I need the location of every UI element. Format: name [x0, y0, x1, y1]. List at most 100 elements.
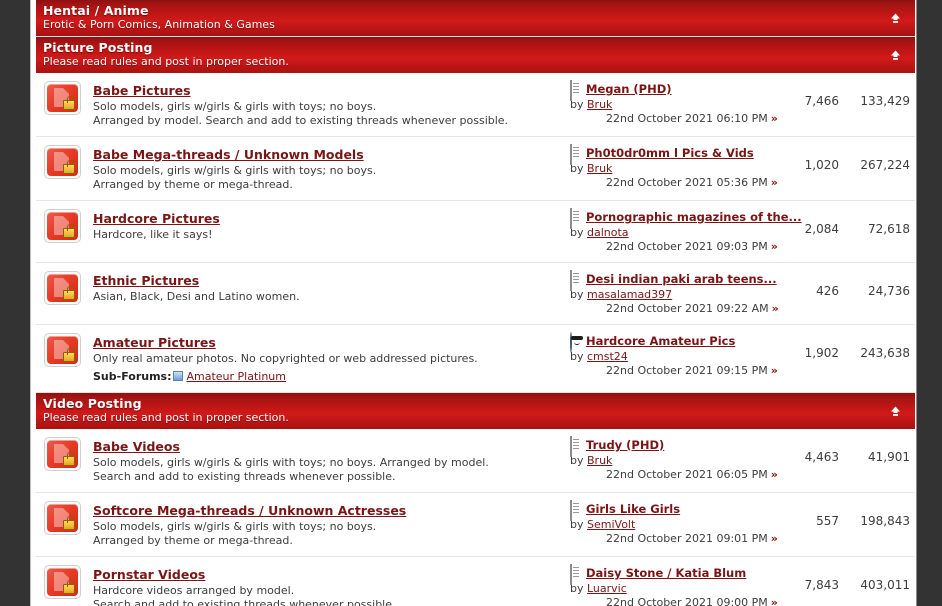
forum-title-link[interactable]: Pornstar Videos [93, 567, 205, 583]
forum-locked-icon[interactable] [44, 145, 81, 179]
last-post-date: 22nd October 2021 09:01 PM» [606, 532, 778, 545]
last-post-title-row: Desi indian paki arab teens... [570, 270, 777, 291]
forum-status-cell [36, 136, 89, 201]
sunglasses-smiley-icon[interactable] [570, 332, 583, 353]
threads-cell: 426 [779, 262, 841, 325]
forum-page: Hentai / Anime Erotic & Porn Comics, Anim… [30, 0, 917, 606]
last-post-title-link[interactable]: Desi indian paki arab teens... [586, 272, 777, 286]
last-post-title-link[interactable]: Pornographic magazines of the... [586, 210, 802, 224]
goto-last-post-icon[interactable]: » [771, 240, 778, 253]
goto-last-post-icon[interactable]: » [771, 112, 778, 125]
forum-row[interactable]: Babe Mega-threads / Unknown Models Solo m… [36, 136, 915, 201]
forum-icon-body [47, 148, 78, 176]
forum-description-line: Only real amateur photos. No copyrighted… [93, 352, 478, 365]
collapse-up-icon[interactable] [890, 406, 901, 417]
document-icon[interactable] [570, 208, 583, 229]
threads-cell: 1,902 [779, 324, 841, 392]
last-post-author-link[interactable]: Luarvic [587, 582, 627, 595]
last-post-author-link[interactable]: cmst24 [587, 350, 628, 363]
posts-cell: 403,011 [841, 556, 915, 606]
forum-content: Hentai / Anime Erotic & Porn Comics, Anim… [36, 0, 915, 606]
forum-info-cell: Amateur Pictures Only real amateur photos… [89, 324, 564, 392]
forum-locked-icon[interactable] [44, 333, 81, 367]
lock-icon [63, 286, 75, 300]
last-post-cell: Pornographic magazines of the... by dalno… [564, 200, 802, 263]
posts-cell: 24,736 [841, 262, 915, 325]
forum-title-link[interactable]: Amateur Pictures [93, 335, 216, 351]
forum-title-link[interactable]: Babe Videos [93, 439, 180, 455]
last-post-title-link[interactable]: Trudy (PHD) [586, 438, 664, 452]
chrome-gutter-right [917, 0, 942, 606]
forum-row[interactable]: Pornstar Videos Hardcore videos arranged … [36, 556, 915, 606]
forum-locked-icon[interactable] [44, 271, 81, 305]
forum-locked-icon[interactable] [44, 209, 81, 243]
document-icon[interactable] [570, 270, 583, 291]
last-post-title-link[interactable]: Girls Like Girls [586, 502, 680, 516]
threads-cell: 7,466 [779, 73, 841, 137]
collapse-up-icon[interactable] [890, 13, 901, 24]
forum-title-link[interactable]: Babe Mega-threads / Unknown Models [93, 147, 364, 163]
threads-cell: 557 [779, 492, 841, 557]
last-post-author-link[interactable]: masalamad397 [587, 288, 672, 301]
last-post-author-link[interactable]: dalnota [587, 226, 629, 239]
document-icon[interactable] [570, 564, 583, 585]
goto-last-post-icon[interactable]: » [771, 176, 778, 189]
forum-info-cell: Babe Pictures Solo models, girls w/girls … [89, 73, 564, 137]
subforum-icon [173, 371, 184, 381]
last-post-title-link[interactable]: Ph0t0dr0mm l Pics & Vids [586, 146, 754, 160]
forum-icon-body [47, 568, 78, 596]
lock-icon [63, 580, 75, 594]
last-post-title-link[interactable]: Hardcore Amateur Pics [586, 334, 735, 348]
goto-last-post-icon[interactable]: » [771, 596, 778, 606]
last-post-author-row: by masalamad397 [570, 288, 775, 302]
forum-icon-body [47, 212, 78, 240]
forum-row[interactable]: Hardcore Pictures Hardcore, like it says!… [36, 200, 915, 263]
last-post-author-link[interactable]: Bruk [587, 162, 612, 175]
forum-row[interactable]: Babe Pictures Solo models, girls w/girls … [36, 73, 915, 137]
collapse-up-icon[interactable] [890, 50, 901, 61]
threads-count: 1,020 [804, 158, 839, 172]
threads-count: 557 [816, 514, 839, 528]
document-icon[interactable] [570, 144, 583, 165]
by-label: by [570, 98, 584, 111]
subforum-link[interactable]: Amateur Platinum [186, 370, 286, 383]
last-post-date: 22nd October 2021 09:22 AM» [606, 302, 779, 315]
posts-cell: 198,843 [841, 492, 915, 557]
goto-last-post-icon[interactable]: » [771, 532, 778, 545]
forum-info-cell: Babe Mega-threads / Unknown Models Solo m… [89, 136, 564, 201]
forum-locked-icon[interactable] [44, 81, 81, 115]
document-icon[interactable] [570, 80, 583, 101]
forum-description: Hardcore, like it says! [93, 228, 558, 242]
forum-title-link[interactable]: Ethnic Pictures [93, 273, 199, 289]
forum-row[interactable]: Amateur Pictures Only real amateur photos… [36, 324, 915, 392]
lock-icon [63, 160, 75, 174]
forum-title-link[interactable]: Hardcore Pictures [93, 211, 220, 227]
last-post-author-link[interactable]: Bruk [587, 98, 612, 111]
forum-locked-icon[interactable] [44, 437, 81, 471]
last-post-title-link[interactable]: Megan (PHD) [586, 82, 672, 96]
last-post-author-row: by cmst24 [570, 350, 775, 364]
section-subtitle: Please read rules and post in proper sec… [43, 411, 289, 424]
goto-last-post-icon[interactable]: » [771, 468, 778, 481]
goto-last-post-icon[interactable]: » [771, 364, 778, 377]
subforums-row: Sub-Forums: Amateur Platinum [93, 369, 558, 384]
threads-count: 1,902 [804, 346, 839, 360]
document-icon[interactable] [570, 500, 583, 521]
last-post-title-row: Hardcore Amateur Pics [570, 332, 775, 353]
threads-cell: 4,463 [779, 429, 841, 493]
forum-row[interactable]: Softcore Mega-threads / Unknown Actresse… [36, 492, 915, 557]
forum-row[interactable]: Ethnic Pictures Asian, Black, Desi and La… [36, 262, 915, 325]
last-post-title-link[interactable]: Daisy Stone / Katia Blum [586, 566, 746, 580]
forum-locked-icon[interactable] [44, 565, 81, 599]
last-post-author-link[interactable]: SemiVolt [587, 518, 635, 531]
last-post-date: 22nd October 2021 09:03 PM» [606, 240, 778, 253]
goto-last-post-icon[interactable]: » [772, 302, 779, 315]
last-post-author-row: by Bruk [570, 98, 775, 112]
posts-count: 403,011 [860, 578, 910, 592]
forum-title-link[interactable]: Babe Pictures [93, 83, 191, 99]
forum-row[interactable]: Babe Videos Solo models, girls w/girls & … [36, 429, 915, 493]
last-post-author-link[interactable]: Bruk [587, 454, 612, 467]
forum-title-link[interactable]: Softcore Mega-threads / Unknown Actresse… [93, 503, 406, 519]
forum-locked-icon[interactable] [44, 501, 81, 535]
document-icon[interactable] [570, 436, 583, 457]
